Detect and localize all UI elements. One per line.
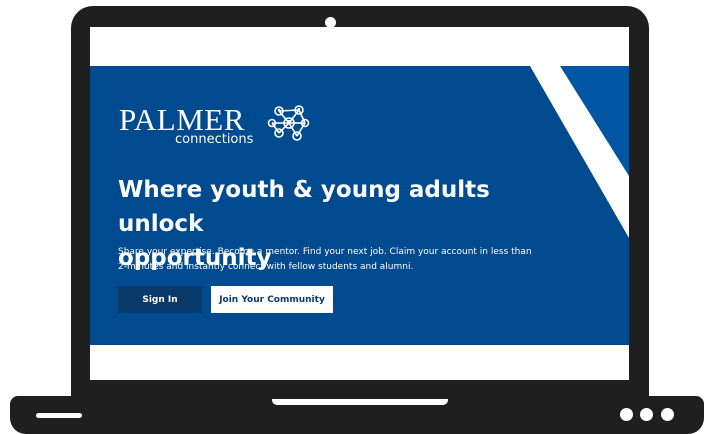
laptop-hinge bbox=[272, 399, 448, 405]
laptop-base bbox=[10, 396, 704, 434]
description-line: Share your expertise. Become a mentor. F… bbox=[118, 247, 532, 257]
network-people-icon bbox=[267, 105, 310, 141]
indicator-dot bbox=[661, 408, 674, 421]
description-line: 2-minutes and instantly connect with fel… bbox=[118, 262, 414, 272]
headline-line: Where youth & young adults unlock bbox=[118, 177, 490, 237]
indicator-dot bbox=[640, 408, 653, 421]
palmer-logo[interactable]: PALMER connections bbox=[119, 103, 310, 153]
join-community-button[interactable]: Join Your Community bbox=[211, 286, 333, 313]
base-slot bbox=[36, 413, 82, 418]
indicator-dot bbox=[620, 408, 633, 421]
hero-description: Share your expertise. Become a mentor. F… bbox=[118, 245, 548, 275]
laptop-screen: PALMER connections Where youth & young a… bbox=[90, 27, 629, 380]
sign-in-button[interactable]: Sign In bbox=[118, 286, 202, 313]
logo-subtitle: connections bbox=[175, 132, 254, 147]
hero-banner: PALMER connections Where youth & young a… bbox=[90, 66, 629, 345]
